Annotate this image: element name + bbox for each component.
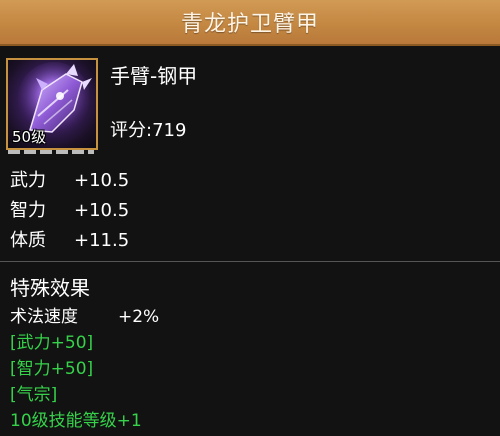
stat-name: 武力 [10,170,46,191]
stat-name: 体质 [10,230,46,251]
effect-row-strength-bonus: [武力+50] [10,333,94,353]
item-score: 评分:719 [110,120,187,141]
stat-row-constitution: 体质 +11.5 [10,226,129,256]
clipped-text-fragment [8,150,108,158]
title-bar: 青龙护卫臂甲 [0,0,500,46]
stat-row-strength: 武力 +10.5 [10,166,129,196]
base-stats: 武力 +10.5 智力 +10.5 体质 +11.5 [10,166,129,256]
stat-name: 智力 [10,200,46,221]
stat-row-intelligence: 智力 +10.5 [10,196,129,226]
item-title: 青龙护卫臂甲 [180,12,319,37]
section-divider [0,261,500,262]
special-effects-title: 特殊效果 [10,276,90,300]
effect-row-intelligence-bonus: [智力+50] [10,359,94,379]
item-icon-frame: 50级 [6,58,98,150]
effect-row-spell-speed: 术法速度 +2% [10,304,159,330]
effect-row-skill-level: 10级技能等级+1 [10,411,142,431]
stat-value: +10.5 [74,200,130,221]
stat-value: +11.5 [74,230,130,251]
stat-value: +10.5 [74,170,130,191]
special-effects-list: 术法速度 +2% [武力+50] [智力+50] [气宗] 10级技能等级+1 [10,304,159,434]
item-type: 手臂-钢甲 [110,64,198,88]
item-level-badge: 50级 [12,128,47,146]
effect-value: +2% [118,307,160,327]
effect-row-qizong: [气宗] [10,385,58,405]
item-tooltip-panel: 50级 手臂-钢甲 评分:719 武力 +10.5 智力 +10.5 体质 +11.5… [0,46,500,436]
effect-name: 术法速度 [10,307,78,327]
